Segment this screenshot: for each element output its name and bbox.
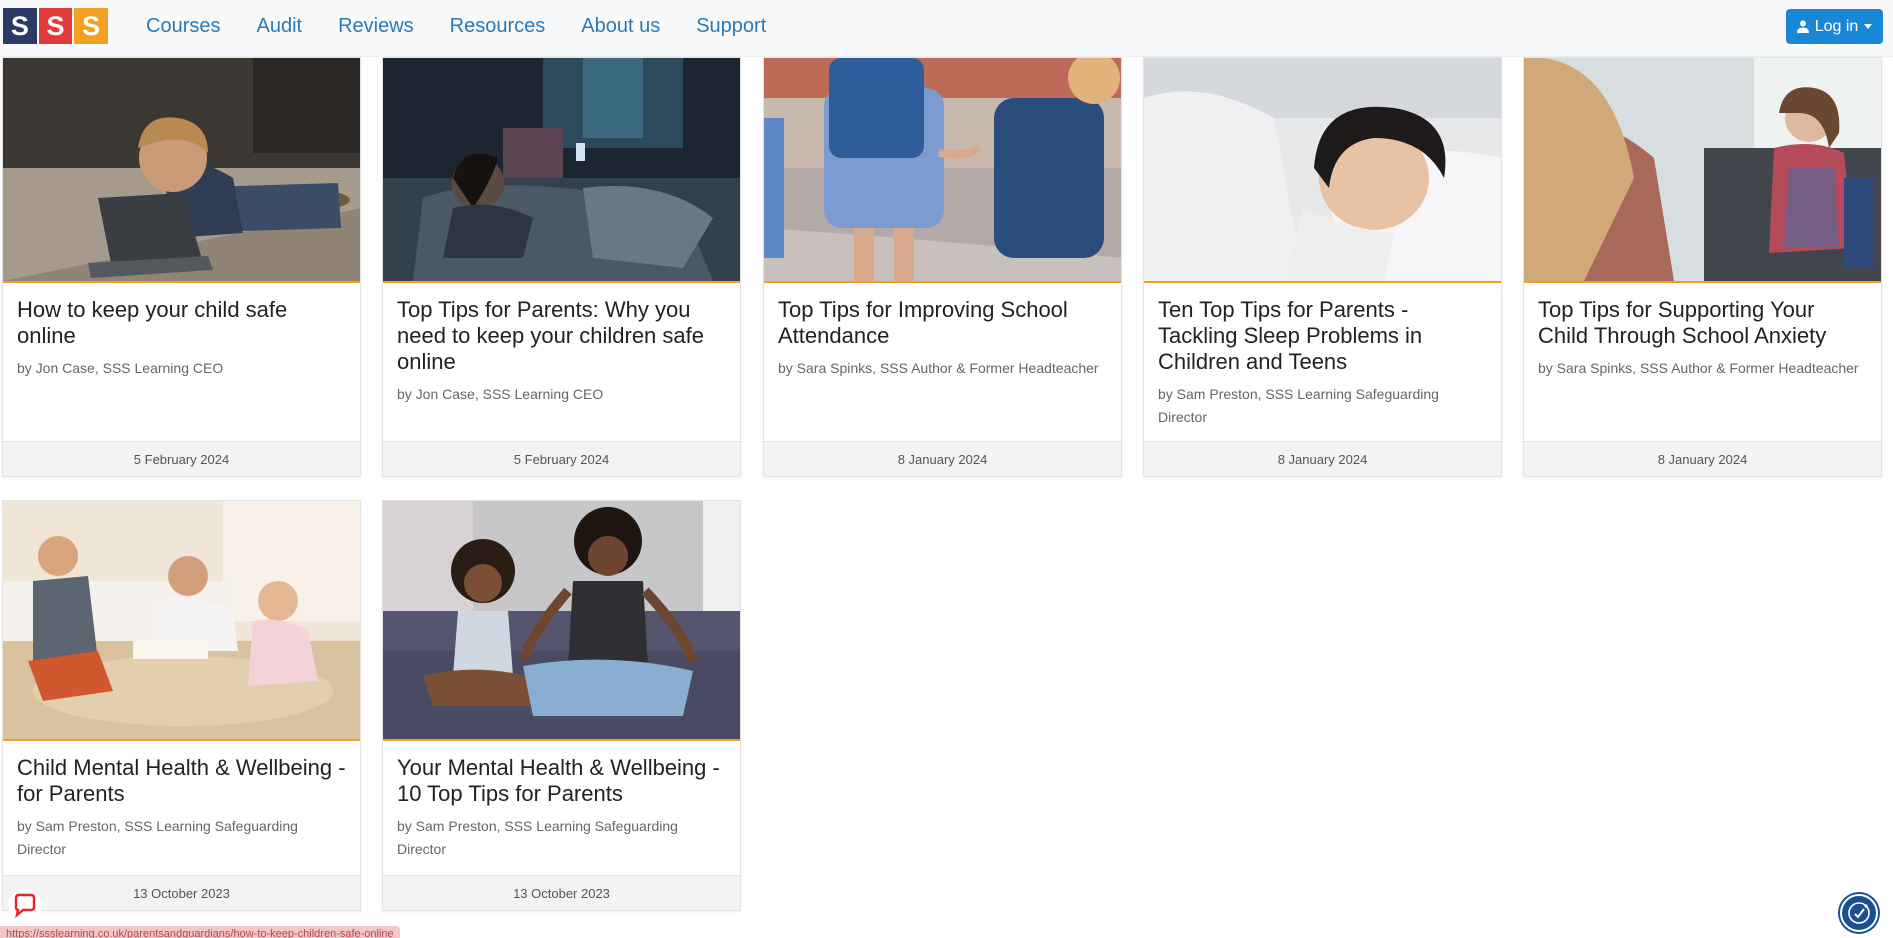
sleeping-child-photo [1144,58,1501,283]
children-backpacks-photo [764,58,1121,283]
nav-link-reviews[interactable]: Reviews [338,15,414,38]
card-title[interactable]: Top Tips for Improving School Attendance [778,297,1107,349]
card-date: 8 January 2024 [1524,441,1881,476]
nav-link-courses[interactable]: Courses [146,15,220,38]
child-phone-dark-photo [383,58,740,283]
card-date: 8 January 2024 [764,441,1121,476]
card-title[interactable]: Top Tips for Parents: Why you need to ke… [397,297,726,375]
article-card[interactable]: Ten Top Tips for Parents - Tackling Slee… [1143,57,1502,477]
nav-link-audit[interactable]: Audit [256,15,302,38]
card-author: by Sam Preston, SSS Learning Safeguardin… [1158,386,1439,425]
card-author: by Jon Case, SSS Learning CEO [397,386,604,402]
boy-laptop-photo [3,58,360,283]
main-nav: Courses Audit Reviews Resources About us… [146,0,766,52]
nav-link-about-us[interactable]: About us [581,15,660,38]
nav-link-support[interactable]: Support [696,15,766,38]
login-label: Log in [1814,17,1859,35]
logo-letter: S [38,8,73,44]
card-author: by Jon Case, SSS Learning CEO [17,360,224,376]
article-card[interactable]: Top Tips for Parents: Why you need to ke… [382,57,741,477]
card-author: by Sara Spinks, SSS Author & Former Head… [778,360,1099,376]
card-title[interactable]: Child Mental Health & Wellbeing - for Pa… [17,755,346,807]
article-card[interactable]: How to keep your child safe online by Jo… [2,57,361,477]
card-author: by Sara Spinks, SSS Author & Former Head… [1538,360,1859,376]
mother-daughter-meditate-photo [383,501,740,741]
girl-counsellor-photo [1524,58,1881,283]
card-date: 13 October 2023 [383,875,740,910]
card-author: by Sam Preston, SSS Learning Safeguardin… [17,818,298,857]
card-date: 13 October 2023 [3,875,360,910]
logo-letter: S [74,8,109,44]
card-title[interactable]: How to keep your child safe online [17,297,346,349]
family-reading-photo [3,501,360,741]
card-author: by Sam Preston, SSS Learning Safeguardin… [397,818,678,857]
article-card[interactable]: Your Mental Health & Wellbeing - 10 Top … [382,500,741,911]
card-date: 5 February 2024 [3,441,360,476]
sss-logo[interactable]: S S S [3,8,109,44]
chat-bubble-icon[interactable] [8,889,42,923]
chevron-down-icon [1864,24,1873,29]
user-icon [1796,20,1809,33]
status-bar-url: https://ssslearning.co.uk/parentsandguar… [0,926,400,938]
nav-link-resources[interactable]: Resources [450,15,546,38]
article-card[interactable]: Top Tips for Improving School Attendance… [763,57,1122,477]
card-date: 8 January 2024 [1144,441,1501,476]
card-title[interactable]: Ten Top Tips for Parents - Tackling Slee… [1158,297,1487,375]
article-card[interactable]: Child Mental Health & Wellbeing - for Pa… [2,500,361,911]
card-title[interactable]: Your Mental Health & Wellbeing - 10 Top … [397,755,726,807]
login-button[interactable]: Log in [1786,9,1883,44]
card-title[interactable]: Top Tips for Supporting Your Child Throu… [1538,297,1867,349]
top-navbar: S S S Courses Audit Reviews Resources Ab… [0,0,1893,57]
accessibility-icon[interactable] [1840,894,1878,932]
article-card[interactable]: Top Tips for Supporting Your Child Throu… [1523,57,1882,477]
logo-letter: S [3,8,37,44]
card-date: 5 February 2024 [383,441,740,476]
